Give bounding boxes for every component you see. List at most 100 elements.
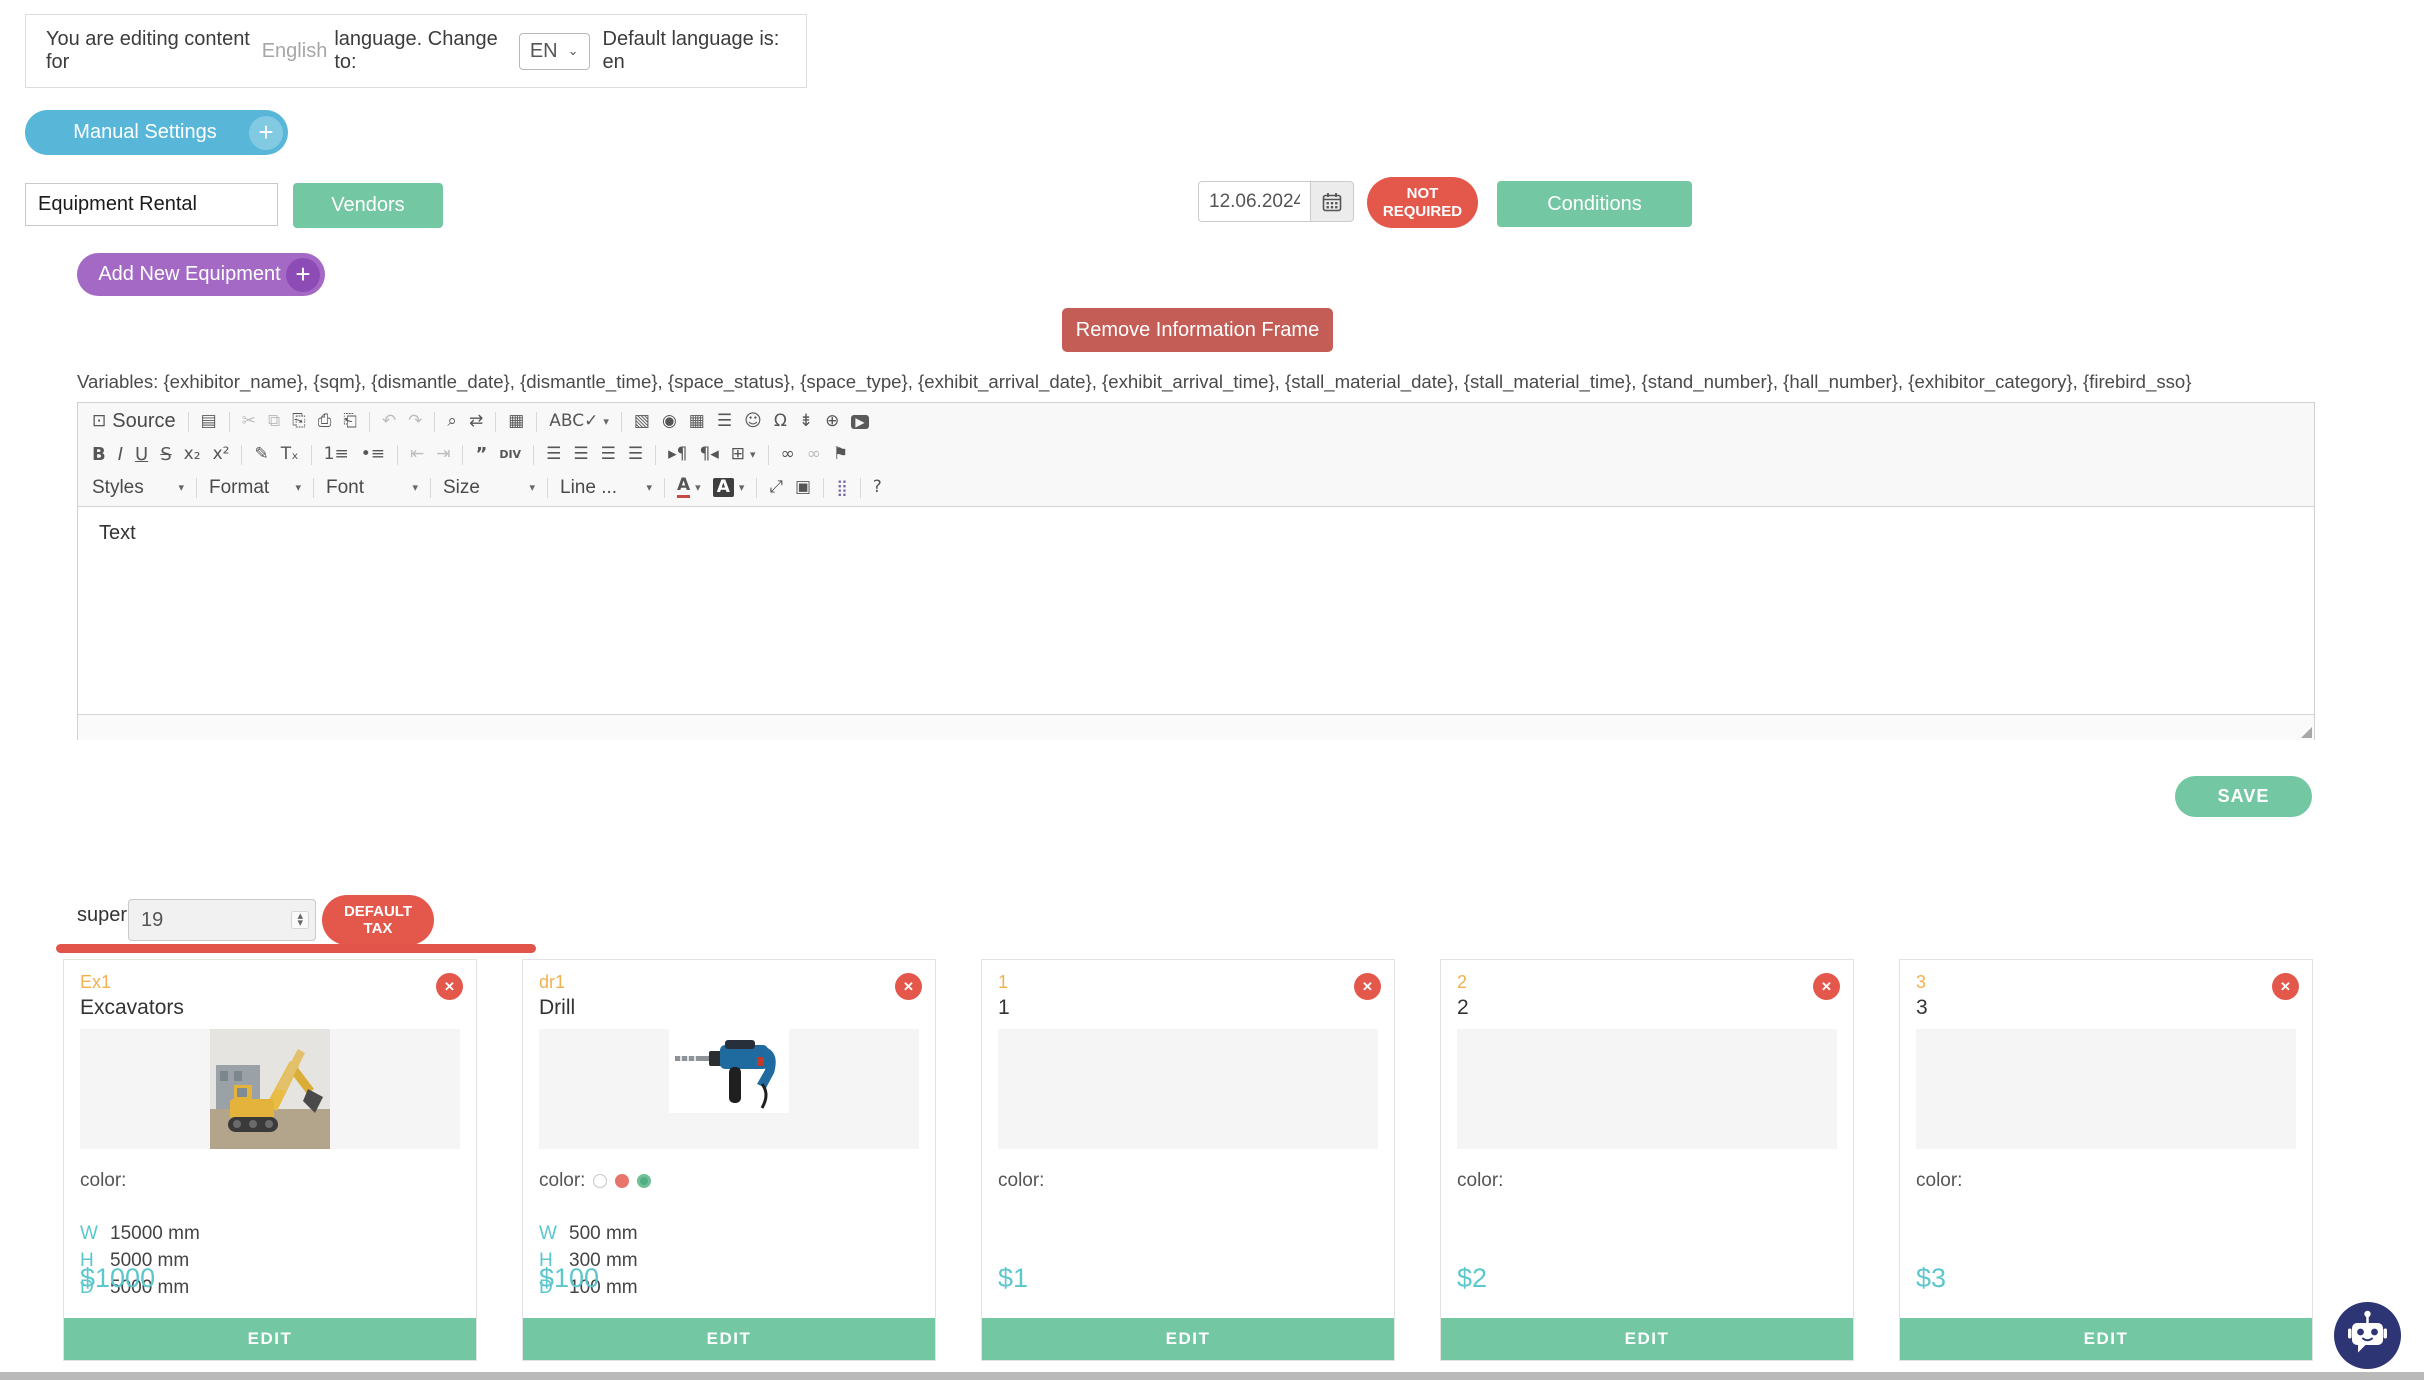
font-select[interactable]: Font▾ xyxy=(321,475,423,501)
save-button[interactable]: SAVE xyxy=(2175,776,2312,817)
editor-footer xyxy=(78,714,2314,740)
editor-content[interactable]: Text xyxy=(78,507,2314,714)
new-page-icon[interactable]: ▤ xyxy=(196,411,222,432)
edit-button[interactable]: EDIT xyxy=(1441,1318,1853,1360)
delete-equipment-button[interactable]: ✕ xyxy=(2272,973,2299,1000)
size-select[interactable]: Size▾ xyxy=(438,475,540,501)
format-select[interactable]: Format▾ xyxy=(204,475,306,501)
delete-equipment-button[interactable]: ✕ xyxy=(1354,973,1381,1000)
horizontal-rule-icon[interactable]: ☰ xyxy=(712,411,737,432)
special-char-icon[interactable]: Ω xyxy=(769,411,792,432)
equipment-card: Ex1 Excavators ✕ xyxy=(63,959,477,1361)
edit-button[interactable]: EDIT xyxy=(523,1318,935,1360)
delete-equipment-button[interactable]: ✕ xyxy=(1813,973,1840,1000)
tax-number-input[interactable]: 19 ▴ ▾ xyxy=(128,899,316,941)
color-swatch-white[interactable] xyxy=(593,1174,607,1188)
image-icon[interactable]: ▧ xyxy=(629,411,655,432)
smiley-icon[interactable]: ☺ xyxy=(739,411,767,432)
add-new-equipment-button[interactable]: Add New Equipment + xyxy=(77,253,325,296)
subscript-icon[interactable]: x₂ xyxy=(179,444,206,465)
bulleted-list-icon[interactable]: •≡ xyxy=(356,444,390,465)
remove-format-icon[interactable]: Tₓ xyxy=(276,444,304,465)
select-all-icon[interactable]: ▦ xyxy=(503,411,529,432)
equipment-card: 1 1 ✕ color: $1 EDIT xyxy=(981,959,1395,1361)
cut-icon[interactable]: ✂ xyxy=(237,411,261,432)
italic-icon[interactable]: I xyxy=(113,444,128,466)
delete-equipment-button[interactable]: ✕ xyxy=(436,973,463,1000)
decrease-indent-icon[interactable]: ⇤ xyxy=(405,444,429,465)
underline-icon[interactable]: U xyxy=(130,444,153,466)
show-blocks-icon[interactable]: ▣ xyxy=(790,477,816,498)
paste-word-icon[interactable]: ⎗ xyxy=(338,411,362,432)
anchor-icon[interactable]: ⚑ xyxy=(828,444,853,465)
close-icon: ✕ xyxy=(2280,979,2291,995)
about-icon[interactable]: ? xyxy=(868,477,887,498)
increase-indent-icon[interactable]: ⇥ xyxy=(431,444,455,465)
equipment-price: $3 xyxy=(1916,1263,1946,1294)
number-stepper[interactable]: ▴ ▾ xyxy=(291,911,309,929)
conditions-button[interactable]: Conditions xyxy=(1497,181,1692,227)
paste-text-icon[interactable]: ⎙ xyxy=(313,411,337,432)
chatbot-launcher-button[interactable] xyxy=(2334,1302,2401,1369)
remove-information-frame-button[interactable]: Remove Information Frame xyxy=(1062,308,1333,352)
paste-icon[interactable]: ⎘ xyxy=(287,411,311,432)
ltr-icon[interactable]: ▸¶ xyxy=(663,444,692,465)
bg-color-icon[interactable]: A▾ xyxy=(708,476,750,499)
numbered-list-icon[interactable]: 1≡ xyxy=(319,444,354,465)
text-color-icon[interactable]: A▾ xyxy=(672,475,706,500)
equipment-code: 2 xyxy=(1457,972,1837,993)
styles-select[interactable]: Styles▾ xyxy=(87,475,189,501)
redo-icon[interactable]: ↷ xyxy=(403,411,427,432)
edit-button[interactable]: EDIT xyxy=(1900,1318,2312,1360)
copy-formatting-icon[interactable]: ✎ xyxy=(249,444,273,465)
page-title-input[interactable] xyxy=(25,183,278,226)
div-container-icon[interactable]: DIV xyxy=(494,447,526,462)
default-tax-button[interactable]: DEFAULT TAX xyxy=(322,895,434,945)
align-left-icon[interactable]: ☰ xyxy=(541,444,566,465)
page-break-icon[interactable]: ⇟ xyxy=(794,411,818,432)
strike-icon[interactable]: S xyxy=(155,444,176,466)
unlink-icon[interactable]: ∞ xyxy=(802,444,826,465)
toolbar-divider xyxy=(430,478,431,498)
color-swatch-red[interactable] xyxy=(615,1174,629,1188)
align-right-icon[interactable]: ☰ xyxy=(596,444,621,465)
flash-icon[interactable]: ◉ xyxy=(657,411,682,432)
color-label: color: xyxy=(998,1170,1044,1192)
not-required-badge[interactable]: NOT REQUIRED xyxy=(1367,177,1478,228)
find-icon[interactable]: ⌕ xyxy=(442,411,462,432)
resize-handle[interactable] xyxy=(2301,727,2312,738)
vendors-button[interactable]: Vendors xyxy=(293,183,443,228)
manual-settings-button[interactable]: Manual Settings + xyxy=(25,110,288,155)
iframe-icon[interactable]: ⊕ xyxy=(820,411,844,432)
replace-icon[interactable]: ⇄ xyxy=(464,411,488,432)
delete-equipment-button[interactable]: ✕ xyxy=(895,973,922,1000)
language-select[interactable]: EN ⌄ xyxy=(519,33,590,70)
line-height-select[interactable]: Line ...▾ xyxy=(555,475,657,501)
align-justify-icon[interactable]: ☰ xyxy=(623,444,648,465)
toolbar-divider xyxy=(397,445,398,465)
color-swatch-green[interactable] xyxy=(637,1174,651,1188)
date-input[interactable] xyxy=(1198,181,1310,222)
maximize-icon[interactable]: ⤢ xyxy=(764,477,788,498)
link-icon[interactable]: ∞ xyxy=(776,444,800,465)
copy-icon[interactable]: ⧉ xyxy=(263,411,285,432)
horizontal-scrollbar[interactable] xyxy=(0,1372,2424,1380)
edit-button[interactable]: EDIT xyxy=(64,1318,476,1360)
bold-icon[interactable]: B xyxy=(87,444,111,466)
apps-grid-icon[interactable]: ⣿ xyxy=(831,478,853,498)
superscript-icon[interactable]: x² xyxy=(208,444,235,465)
undo-icon[interactable]: ↶ xyxy=(377,411,401,432)
blockquote-icon[interactable]: ” xyxy=(470,444,492,466)
color-label: color: xyxy=(1916,1170,1962,1192)
rtl-icon[interactable]: ¶◂ xyxy=(694,444,723,465)
robot-icon xyxy=(2334,1302,2401,1369)
youtube-icon[interactable]: ▶ xyxy=(846,413,873,431)
language-icon[interactable]: ⊞▾ xyxy=(726,444,761,465)
align-center-icon[interactable]: ☰ xyxy=(568,444,593,465)
source-button[interactable]: ⊡Source xyxy=(87,408,181,435)
spellcheck-icon[interactable]: ABC✓▾ xyxy=(544,411,614,432)
plus-icon: + xyxy=(249,116,283,150)
calendar-button[interactable] xyxy=(1310,181,1354,222)
table-icon[interactable]: ▦ xyxy=(684,411,710,432)
edit-button[interactable]: EDIT xyxy=(982,1318,1394,1360)
